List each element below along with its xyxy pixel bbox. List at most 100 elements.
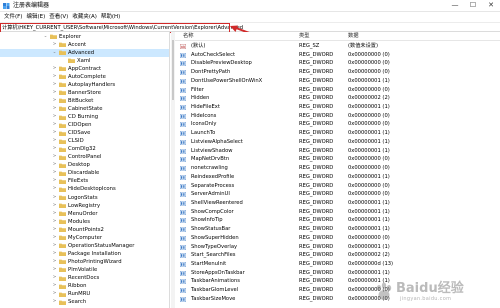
tree-item[interactable]: > PlmVolatile (0, 266, 169, 274)
tree-item[interactable]: > RecentDocs (0, 274, 169, 282)
list-item[interactable]: ShowTypeOverlay REG_DWORD 0x00000001 (1) (175, 243, 500, 252)
column-header-type[interactable]: 类型 (299, 33, 310, 40)
tree-item[interactable]: > CIDOpen (0, 121, 169, 129)
list-item[interactable]: ShowInfoTip REG_DWORD 0x00000001 (1) (175, 216, 500, 225)
tree-item[interactable]: > CIDSave (0, 129, 169, 137)
menu-favorites[interactable]: 收藏夹(A) (70, 12, 99, 22)
list-item[interactable]: IconsOnly REG_DWORD 0x00000000 (0) (175, 120, 500, 129)
chevron-right-icon[interactable]: > (52, 194, 57, 202)
tree-item[interactable]: > OperationStatusManager (0, 242, 169, 250)
list-item[interactable]: StoreAppsOnTaskbar REG_DWORD 0x00000001 (1… (175, 269, 500, 278)
chevron-right-icon[interactable]: > (52, 210, 57, 218)
tree-item[interactable]: > Package Installation (0, 250, 169, 258)
list-item[interactable]: ReindexedProfile REG_DWORD 0x00000001 (1) (175, 173, 500, 182)
list-item[interactable]: Start_SearchFiles REG_DWORD 0x00000002 (2) (175, 251, 500, 260)
chevron-right-icon[interactable]: > (52, 202, 57, 210)
list-item[interactable]: SeparateProcess REG_DWORD 0x00000000 (0) (175, 182, 500, 191)
list-item[interactable]: Hidden REG_DWORD 0x00000002 (2) (175, 94, 500, 103)
chevron-right-icon[interactable]: > (52, 258, 57, 266)
maximize-button[interactable]: ☐ (464, 0, 482, 11)
chevron-right-icon[interactable]: > (52, 121, 57, 129)
tree-item[interactable]: > Discardable (0, 169, 169, 177)
menu-help[interactable]: 帮助(H) (99, 12, 122, 22)
tree-item[interactable]: > CLSID (0, 137, 169, 145)
chevron-right-icon[interactable]: > (52, 226, 57, 234)
list-item[interactable]: HideIcons REG_DWORD 0x00000000 (0) (175, 112, 500, 121)
chevron-right-icon[interactable]: > (52, 105, 57, 113)
tree-item[interactable]: > CD Burning (0, 113, 169, 121)
tree-item[interactable]: > Modules (0, 218, 169, 226)
tree-item[interactable]: > AutoplayHandlers (0, 81, 169, 89)
tree-item[interactable]: > BannerStore (0, 89, 169, 97)
list-item[interactable]: Filter REG_DWORD 0x00000000 (0) (175, 86, 500, 95)
chevron-right-icon[interactable]: > (52, 153, 57, 161)
chevron-right-icon[interactable]: > (52, 250, 57, 258)
tree-item[interactable]: > AutoComplete (0, 73, 169, 81)
tree-item[interactable]: > MountPoints2 (0, 226, 169, 234)
list-item[interactable]: ListviewShadow REG_DWORD 0x00000001 (1) (175, 147, 500, 156)
tree-item[interactable]: ⌄ Advanced (0, 48, 169, 57)
chevron-right-icon[interactable]: > (52, 129, 57, 137)
tree-item[interactable]: > PhotoPrintingWizard (0, 258, 169, 266)
list-item[interactable]: DontPrettyPath REG_DWORD 0x00000000 (0) (175, 68, 500, 77)
menu-view[interactable]: 查看(V) (47, 12, 70, 22)
tree-item[interactable]: ⌄ Explorer (0, 33, 169, 41)
tree-item[interactable]: > MenuOrder (0, 210, 169, 218)
tree-scrollbar-thumb[interactable] (172, 40, 174, 100)
values-list[interactable]: 名称 类型 数据 ab (默认) REG_SZ (数值未设置) AutoCheckSel… (175, 32, 500, 308)
chevron-right-icon[interactable]: > (52, 185, 57, 193)
tree-item[interactable]: > RunMRU (0, 290, 169, 298)
list-item[interactable]: DisablePreviewDesktop REG_DWORD 0x00000000… (175, 59, 500, 68)
chevron-right-icon[interactable]: > (52, 274, 57, 282)
chevron-right-icon[interactable]: > (52, 169, 57, 177)
chevron-right-icon[interactable]: > (52, 290, 57, 298)
chevron-right-icon[interactable]: > (52, 113, 57, 121)
column-header-name[interactable]: 名称 (183, 33, 194, 40)
chevron-right-icon[interactable]: > (52, 89, 57, 97)
list-item[interactable]: HideFileExt REG_DWORD 0x00000001 (1) (175, 103, 500, 112)
chevron-right-icon[interactable]: > (52, 177, 57, 185)
tree-item[interactable]: > FileExts (0, 177, 169, 185)
tree-item[interactable]: > Ribbon (0, 282, 169, 290)
list-item[interactable]: LaunchTo REG_DWORD 0x00000001 (1) (175, 129, 500, 138)
chevron-right-icon[interactable]: > (52, 242, 57, 250)
chevron-right-icon[interactable]: > (52, 298, 57, 306)
tree-item[interactable]: > LowRegistry (0, 202, 169, 210)
chevron-right-icon[interactable]: > (52, 282, 57, 290)
close-button[interactable]: ✕ (482, 0, 500, 11)
tree-item[interactable]: > LogonStats (0, 194, 169, 202)
list-item[interactable]: MapNetDrvBtn REG_DWORD 0x00000000 (0) (175, 155, 500, 164)
list-item[interactable]: ShowSuperHidden REG_DWORD 0x00000000 (0) (175, 234, 500, 243)
list-item[interactable]: ShellViewReentered REG_DWORD 0x00000001 (1… (175, 199, 500, 208)
minimize-button[interactable]: — (446, 0, 464, 11)
list-item[interactable]: ShowStatusBar REG_DWORD 0x00000001 (1) (175, 225, 500, 234)
chevron-right-icon[interactable] (61, 57, 66, 65)
chevron-right-icon[interactable]: > (52, 137, 57, 145)
list-item[interactable]: nonetcrawling REG_DWORD 0x00000000 (0) (175, 164, 500, 173)
chevron-right-icon[interactable]: > (52, 65, 57, 73)
chevron-right-icon[interactable]: > (52, 81, 57, 89)
registry-tree[interactable]: ⌄ Explorer > Accent ⌄ Advanced Xaml > AppContrac… (0, 32, 170, 308)
list-item[interactable]: ab (默认) REG_SZ (数值未设置) (175, 42, 500, 51)
list-item[interactable]: DontUsePowerShellOnWinX REG_DWORD 0x000000… (175, 77, 500, 86)
tree-item[interactable]: > ControlPanel (0, 153, 169, 161)
tree-item[interactable]: Xaml (0, 57, 169, 65)
chevron-right-icon[interactable]: > (52, 73, 57, 81)
list-item[interactable]: ServerAdminUI REG_DWORD 0x00000000 (0) (175, 190, 500, 199)
tree-item[interactable]: > AppContract (0, 65, 169, 73)
menu-edit[interactable]: 编辑(E) (24, 12, 47, 22)
tree-item[interactable]: > CabinetState (0, 105, 169, 113)
chevron-right-icon[interactable]: > (52, 41, 57, 49)
column-header-data[interactable]: 数据 (348, 33, 359, 40)
menu-file[interactable]: 文件(F) (2, 12, 24, 22)
chevron-right-icon[interactable]: > (52, 97, 57, 105)
list-item[interactable]: ShowCompColor REG_DWORD 0x00000001 (1) (175, 208, 500, 217)
list-item[interactable]: ListviewAlphaSelect REG_DWORD 0x00000001 (… (175, 138, 500, 147)
tree-item[interactable]: > MyComputer (0, 234, 169, 242)
chevron-down-icon[interactable]: ⌄ (43, 33, 48, 41)
list-item[interactable]: AutoCheckSelect REG_DWORD 0x00000000 (0) (175, 51, 500, 60)
tree-item[interactable]: > BitBucket (0, 97, 169, 105)
list-item[interactable]: StartMenuInit REG_DWORD 0x0000000d (13) (175, 260, 500, 269)
chevron-right-icon[interactable]: > (52, 218, 57, 226)
chevron-down-icon[interactable]: ⌄ (52, 49, 57, 57)
